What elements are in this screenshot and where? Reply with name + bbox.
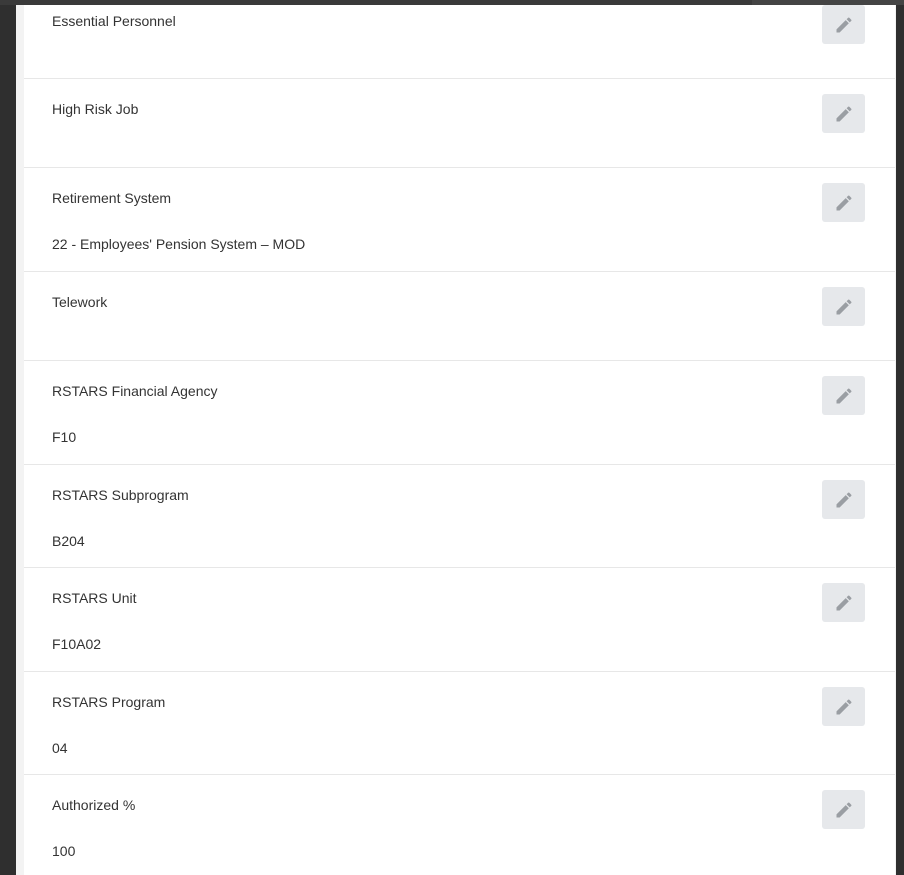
field-label: RSTARS Subprogram	[52, 487, 189, 503]
field-value: 100	[52, 843, 76, 859]
edit-button[interactable]	[822, 5, 865, 44]
field-label: RSTARS Financial Agency	[52, 383, 218, 399]
field-row-telework: Telework	[24, 272, 895, 361]
pencil-icon	[836, 387, 852, 403]
edit-button[interactable]	[822, 287, 865, 326]
edit-button[interactable]	[822, 94, 865, 133]
field-label: High Risk Job	[52, 101, 139, 117]
pencil-icon	[836, 594, 852, 610]
field-row-essential-personnel: Essential Personnel	[24, 5, 895, 79]
field-row-rstars-program: RSTARS Program 04	[24, 672, 895, 775]
field-label: Telework	[52, 294, 108, 310]
pencil-icon	[836, 105, 852, 121]
pencil-icon	[836, 801, 852, 817]
pencil-icon	[836, 698, 852, 714]
scroll-panel: Essential Personnel High Risk Job Retire…	[16, 5, 896, 875]
edit-button[interactable]	[822, 583, 865, 622]
edit-button[interactable]	[822, 790, 865, 829]
field-value: B204	[52, 533, 85, 549]
edit-button[interactable]	[822, 376, 865, 415]
edit-button[interactable]	[822, 183, 865, 222]
field-label: Authorized %	[52, 797, 136, 813]
field-row-rstars-unit: RSTARS Unit F10A02	[24, 568, 895, 672]
pencil-icon	[836, 194, 852, 210]
fields-card: Essential Personnel High Risk Job Retire…	[24, 5, 895, 875]
pencil-icon	[836, 16, 852, 32]
field-value: F10A02	[52, 636, 102, 652]
field-label: RSTARS Unit	[52, 590, 137, 606]
field-row-retirement-system: Retirement System 22 - Employees' Pensio…	[24, 168, 895, 272]
pencil-icon	[836, 298, 852, 314]
field-row-high-risk-job: High Risk Job	[24, 79, 895, 168]
field-row-authorized-percent: Authorized % 100	[24, 775, 895, 872]
pencil-icon	[836, 491, 852, 507]
field-value: F10	[52, 429, 77, 445]
field-value: 04	[52, 740, 68, 756]
edit-button[interactable]	[822, 480, 865, 519]
field-label: Retirement System	[52, 190, 172, 206]
field-row-rstars-financial-agency: RSTARS Financial Agency F10	[24, 361, 895, 465]
edit-button[interactable]	[822, 687, 865, 726]
field-label: RSTARS Program	[52, 694, 166, 710]
field-row-rstars-subprogram: RSTARS Subprogram B204	[24, 465, 895, 568]
field-label: Essential Personnel	[52, 13, 176, 29]
field-value: 22 - Employees' Pension System – MOD	[52, 236, 306, 252]
